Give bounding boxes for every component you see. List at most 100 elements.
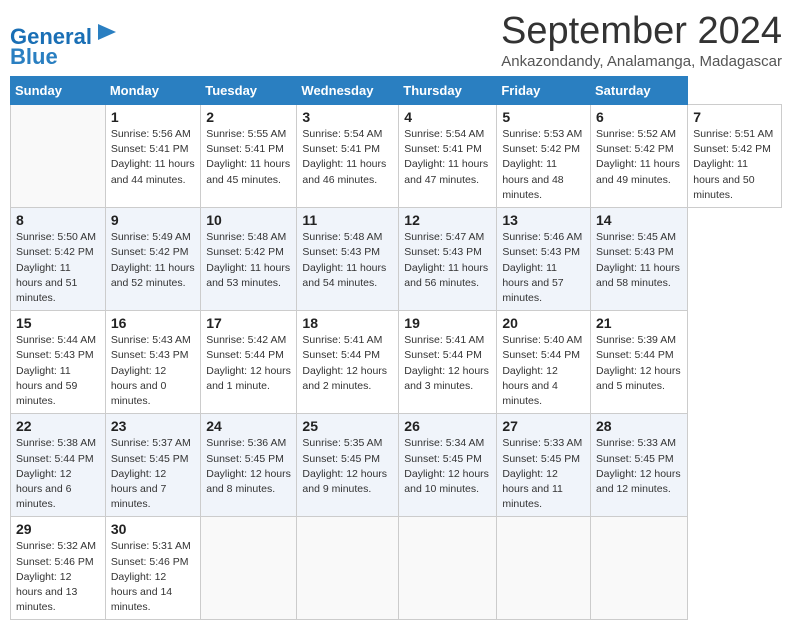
calendar-day-cell: 29 Sunrise: 5:32 AMSunset: 5:46 PMDayligh…: [11, 517, 106, 620]
day-number: 5: [502, 109, 585, 125]
day-number: 3: [302, 109, 393, 125]
day-number: 21: [596, 315, 682, 331]
day-number: 15: [16, 315, 100, 331]
day-info: Sunrise: 5:48 AMSunset: 5:42 PMDaylight:…: [206, 230, 291, 291]
day-info: Sunrise: 5:33 AMSunset: 5:45 PMDaylight:…: [502, 436, 585, 512]
location-subtitle: Ankazondandy, Analamanga, Madagascar: [501, 53, 782, 70]
calendar-header-wednesday: Wednesday: [297, 77, 399, 105]
day-info: Sunrise: 5:43 AMSunset: 5:43 PMDaylight:…: [111, 333, 195, 409]
calendar-week-row: 29 Sunrise: 5:32 AMSunset: 5:46 PMDayligh…: [11, 517, 782, 620]
day-number: 22: [16, 418, 100, 434]
day-info: Sunrise: 5:44 AMSunset: 5:43 PMDaylight:…: [16, 333, 100, 409]
calendar-day-cell: 12Sunrise: 5:47 AMSunset: 5:43 PMDayligh…: [399, 208, 497, 311]
calendar-day-cell: 24 Sunrise: 5:36 AMSunset: 5:45 PMDayligh…: [201, 414, 297, 517]
calendar-day-cell: 15 Sunrise: 5:44 AMSunset: 5:43 PMDayligh…: [11, 311, 106, 414]
day-number: 23: [111, 418, 195, 434]
logo-icon: [90, 18, 118, 46]
day-number: 14: [596, 212, 682, 228]
calendar-day-cell: 21 Sunrise: 5:39 AMSunset: 5:44 PMDayligh…: [591, 311, 688, 414]
logo: General Blue: [10, 18, 118, 70]
day-info: Sunrise: 5:45 AMSunset: 5:43 PMDaylight:…: [596, 230, 682, 291]
calendar-day-cell: 25 Sunrise: 5:35 AMSunset: 5:45 PMDayligh…: [297, 414, 399, 517]
calendar-day-cell: 17Sunrise: 5:42 AMSunset: 5:44 PMDayligh…: [201, 311, 297, 414]
day-info: Sunrise: 5:51 AMSunset: 5:42 PMDaylight:…: [693, 127, 776, 203]
day-number: 27: [502, 418, 585, 434]
day-info: Sunrise: 5:37 AMSunset: 5:45 PMDaylight:…: [111, 436, 195, 512]
day-number: 18: [302, 315, 393, 331]
day-info: Sunrise: 5:41 AMSunset: 5:44 PMDaylight:…: [404, 333, 491, 394]
calendar-table: SundayMondayTuesdayWednesdayThursdayFrid…: [10, 76, 782, 620]
day-info: Sunrise: 5:54 AMSunset: 5:41 PMDaylight:…: [302, 127, 393, 188]
empty-cell: [11, 105, 106, 208]
day-info: Sunrise: 5:46 AMSunset: 5:43 PMDaylight:…: [502, 230, 585, 306]
empty-cell: [591, 517, 688, 620]
calendar-day-cell: 6Sunrise: 5:52 AMSunset: 5:42 PMDaylight…: [591, 105, 688, 208]
calendar-day-cell: 7 Sunrise: 5:51 AMSunset: 5:42 PMDaylight…: [688, 105, 782, 208]
empty-cell: [297, 517, 399, 620]
page-header: General Blue September 2024 Ankazondandy…: [10, 10, 782, 70]
calendar-day-cell: 23 Sunrise: 5:37 AMSunset: 5:45 PMDayligh…: [105, 414, 200, 517]
day-info: Sunrise: 5:35 AMSunset: 5:45 PMDaylight:…: [302, 436, 393, 497]
calendar-header-friday: Friday: [497, 77, 591, 105]
day-info: Sunrise: 5:50 AMSunset: 5:42 PMDaylight:…: [16, 230, 100, 306]
logo-blue: Blue: [10, 44, 58, 69]
calendar-day-cell: 10 Sunrise: 5:48 AMSunset: 5:42 PMDayligh…: [201, 208, 297, 311]
calendar-day-cell: 3 Sunrise: 5:54 AMSunset: 5:41 PMDaylight…: [297, 105, 399, 208]
day-info: Sunrise: 5:49 AMSunset: 5:42 PMDaylight:…: [111, 230, 195, 291]
day-number: 19: [404, 315, 491, 331]
day-number: 28: [596, 418, 682, 434]
calendar-header-sunday: Sunday: [11, 77, 106, 105]
day-number: 9: [111, 212, 195, 228]
calendar-day-cell: 30 Sunrise: 5:31 AMSunset: 5:46 PMDayligh…: [105, 517, 200, 620]
day-number: 8: [16, 212, 100, 228]
calendar-week-row: 15 Sunrise: 5:44 AMSunset: 5:43 PMDayligh…: [11, 311, 782, 414]
calendar-day-cell: 16 Sunrise: 5:43 AMSunset: 5:43 PMDayligh…: [105, 311, 200, 414]
day-info: Sunrise: 5:32 AMSunset: 5:46 PMDaylight:…: [16, 539, 100, 615]
calendar-day-cell: 28 Sunrise: 5:33 AMSunset: 5:45 PMDayligh…: [591, 414, 688, 517]
calendar-day-cell: 9 Sunrise: 5:49 AMSunset: 5:42 PMDaylight…: [105, 208, 200, 311]
day-number: 7: [693, 109, 776, 125]
day-number: 25: [302, 418, 393, 434]
calendar-header-saturday: Saturday: [591, 77, 688, 105]
day-info: Sunrise: 5:56 AMSunset: 5:41 PMDaylight:…: [111, 127, 195, 188]
day-info: Sunrise: 5:34 AMSunset: 5:45 PMDaylight:…: [404, 436, 491, 497]
day-info: Sunrise: 5:52 AMSunset: 5:42 PMDaylight:…: [596, 127, 682, 188]
empty-cell: [201, 517, 297, 620]
day-number: 24: [206, 418, 291, 434]
day-info: Sunrise: 5:55 AMSunset: 5:41 PMDaylight:…: [206, 127, 291, 188]
day-number: 26: [404, 418, 491, 434]
calendar-week-row: 22 Sunrise: 5:38 AMSunset: 5:44 PMDayligh…: [11, 414, 782, 517]
day-info: Sunrise: 5:39 AMSunset: 5:44 PMDaylight:…: [596, 333, 682, 394]
day-number: 4: [404, 109, 491, 125]
day-info: Sunrise: 5:47 AMSunset: 5:43 PMDaylight:…: [404, 230, 491, 291]
day-info: Sunrise: 5:36 AMSunset: 5:45 PMDaylight:…: [206, 436, 291, 497]
day-info: Sunrise: 5:38 AMSunset: 5:44 PMDaylight:…: [16, 436, 100, 512]
calendar-day-cell: 18 Sunrise: 5:41 AMSunset: 5:44 PMDayligh…: [297, 311, 399, 414]
day-number: 30: [111, 521, 195, 537]
empty-cell: [399, 517, 497, 620]
day-number: 29: [16, 521, 100, 537]
calendar-day-cell: 11Sunrise: 5:48 AMSunset: 5:43 PMDayligh…: [297, 208, 399, 311]
calendar-day-cell: 22 Sunrise: 5:38 AMSunset: 5:44 PMDayligh…: [11, 414, 106, 517]
calendar-day-cell: 13 Sunrise: 5:46 AMSunset: 5:43 PMDayligh…: [497, 208, 591, 311]
day-number: 1: [111, 109, 195, 125]
day-number: 10: [206, 212, 291, 228]
day-info: Sunrise: 5:31 AMSunset: 5:46 PMDaylight:…: [111, 539, 195, 615]
day-number: 16: [111, 315, 195, 331]
calendar-week-row: 8 Sunrise: 5:50 AMSunset: 5:42 PMDaylight…: [11, 208, 782, 311]
calendar-header-row: SundayMondayTuesdayWednesdayThursdayFrid…: [11, 77, 782, 105]
day-info: Sunrise: 5:48 AMSunset: 5:43 PMDaylight:…: [302, 230, 393, 291]
calendar-day-cell: 5Sunrise: 5:53 AMSunset: 5:42 PMDaylight…: [497, 105, 591, 208]
day-info: Sunrise: 5:41 AMSunset: 5:44 PMDaylight:…: [302, 333, 393, 394]
day-number: 13: [502, 212, 585, 228]
day-number: 20: [502, 315, 585, 331]
day-info: Sunrise: 5:42 AMSunset: 5:44 PMDaylight:…: [206, 333, 291, 394]
day-info: Sunrise: 5:54 AMSunset: 5:41 PMDaylight:…: [404, 127, 491, 188]
month-title: September 2024: [501, 10, 782, 53]
calendar-day-cell: 8 Sunrise: 5:50 AMSunset: 5:42 PMDaylight…: [11, 208, 106, 311]
calendar-week-row: 1 Sunrise: 5:56 AMSunset: 5:41 PMDaylight…: [11, 105, 782, 208]
day-info: Sunrise: 5:33 AMSunset: 5:45 PMDaylight:…: [596, 436, 682, 497]
title-area: September 2024 Ankazondandy, Analamanga,…: [501, 10, 782, 70]
calendar-day-cell: 4 Sunrise: 5:54 AMSunset: 5:41 PMDaylight…: [399, 105, 497, 208]
calendar-day-cell: 26 Sunrise: 5:34 AMSunset: 5:45 PMDayligh…: [399, 414, 497, 517]
